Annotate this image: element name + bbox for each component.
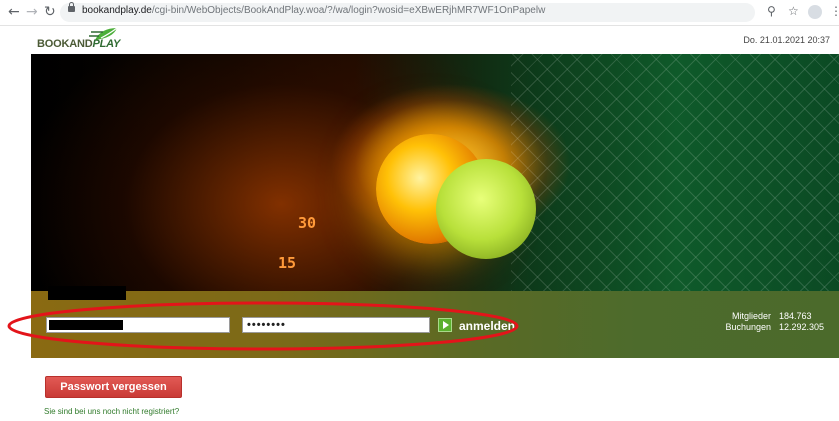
profile-icon[interactable]	[808, 5, 822, 19]
browser-toolbar: ← → ↻ bookandplay.de/cgi-bin/WebObjects/…	[0, 0, 839, 26]
bookings-value: 12.292.305	[779, 322, 825, 332]
zoom-icon[interactable]: ⚲	[767, 4, 776, 18]
reload-icon[interactable]: ↻	[44, 3, 56, 21]
site-logo[interactable]: BOOKANDPLAY	[37, 27, 127, 52]
score-30-text: 30	[298, 214, 317, 232]
tennis-net-graphic	[511, 54, 839, 291]
url-host: bookandplay.de	[82, 5, 152, 16]
current-datetime: Do. 21.01.2021 20:37	[743, 35, 830, 45]
hero-banner: 30 15	[31, 54, 839, 291]
password-input[interactable]: ••••••••	[242, 317, 430, 333]
register-link[interactable]: Sie sind bei uns noch nicht registriert?	[44, 407, 179, 416]
logo-suffix: PLAY	[92, 38, 121, 50]
star-icon[interactable]: ☆	[788, 4, 799, 18]
login-button-label[interactable]: anmelden	[459, 319, 515, 333]
logo-text: BOOKANDPLAY	[37, 38, 120, 50]
forward-icon[interactable]: →	[26, 3, 38, 21]
redacted-username	[49, 320, 123, 330]
tennis-ball-graphic	[436, 159, 536, 259]
site-stats: Mitglieder 184.763 Buchungen 12.292.305	[711, 311, 831, 333]
score-15-text: 15	[278, 254, 297, 272]
url-text[interactable]: bookandplay.de/cgi-bin/WebObjects/BookAn…	[82, 5, 545, 16]
stat-bookings: Buchungen 12.292.305	[711, 322, 831, 333]
back-icon[interactable]: ←	[8, 3, 20, 21]
lock-icon[interactable]	[68, 2, 75, 12]
url-path: /cgi-bin/WebObjects/BookAndPlay.woa/?/wa…	[151, 5, 546, 16]
members-value: 184.763	[779, 311, 812, 321]
logo-prefix: BOOKAND	[37, 38, 93, 50]
stat-members: Mitglieder 184.763	[711, 311, 831, 322]
username-input[interactable]	[46, 317, 230, 333]
redacted-label	[48, 286, 126, 300]
login-play-icon[interactable]	[438, 318, 452, 332]
forgot-password-button[interactable]: Passwort vergessen	[45, 376, 182, 398]
members-label: Mitglieder	[731, 311, 771, 321]
bookings-label: Buchungen	[725, 322, 771, 332]
menu-icon[interactable]: ⋮	[830, 4, 839, 18]
